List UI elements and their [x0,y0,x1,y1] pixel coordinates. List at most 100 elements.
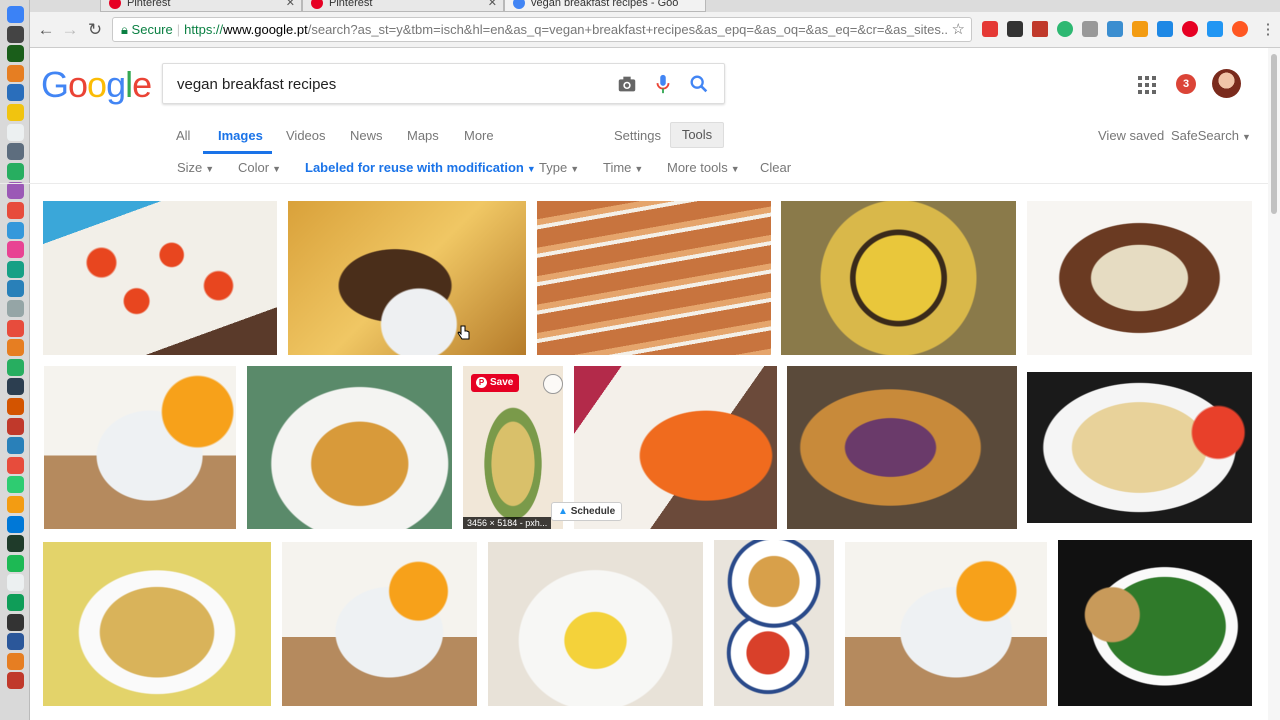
image-result[interactable] [787,366,1017,529]
bookmark-star-icon[interactable]: ☆ [947,18,965,41]
dock-app-icon[interactable] [7,378,24,396]
close-tab-icon[interactable]: ✕ [286,0,295,9]
tab-more[interactable]: More [464,128,494,143]
tab-all[interactable]: All [176,128,190,143]
menu-icon[interactable]: ⋮ [1258,20,1278,38]
view-saved-link[interactable]: View saved [1098,128,1164,143]
tab-maps[interactable]: Maps [407,128,439,143]
extension-icon[interactable] [1157,21,1173,37]
image-result[interactable] [43,542,271,706]
filter-more-tools[interactable]: More tools ▼ [667,160,740,175]
close-tab-icon[interactable]: ✕ [488,0,497,9]
tools-button[interactable]: Tools [670,122,724,148]
buffer-schedule-button[interactable]: ▲ Schedule [551,502,623,521]
image-result[interactable] [282,542,477,706]
visual-search-icon[interactable] [543,374,563,394]
back-button[interactable]: ← [36,20,56,40]
filter-color[interactable]: Color ▼ [238,160,281,175]
dock-app-icon[interactable] [7,398,24,415]
dock-app-icon[interactable] [7,84,24,102]
pinterest-save-button[interactable]: P Save [471,374,520,392]
dock-app-icon[interactable] [7,45,24,63]
dock-app-icon[interactable] [7,6,24,23]
camera-icon[interactable] [616,73,638,95]
search-input[interactable] [177,73,597,95]
shield-icon[interactable] [1082,21,1098,37]
image-result[interactable] [781,201,1016,355]
dock-app-icon[interactable] [7,280,24,298]
clear-filters-link[interactable]: Clear [760,160,791,175]
search-icon[interactable] [688,73,710,95]
browser-tab[interactable]: Pinterest ✕ [302,0,504,12]
dock-app-icon[interactable] [7,64,24,82]
dock-app-icon[interactable] [7,417,24,435]
apps-grid-icon[interactable] [1138,76,1156,94]
dock-app-icon[interactable] [7,672,24,690]
dock-app-icon[interactable] [7,241,24,259]
buffer-icon[interactable] [1207,21,1223,37]
dock-app-icon[interactable] [7,496,24,513]
extension-icon[interactable] [1132,21,1148,37]
dock-app-icon[interactable] [7,574,24,592]
browser-tab[interactable]: Pinterest ✕ [100,0,302,12]
google-logo[interactable]: Google [41,64,152,106]
dock-app-icon[interactable] [7,260,24,278]
dock-app-icon[interactable] [7,25,24,43]
image-result[interactable] [288,201,526,355]
dock-app-icon[interactable] [7,202,24,219]
reload-button[interactable]: ↻ [85,20,105,40]
image-result[interactable] [1027,372,1252,523]
dock-app-icon[interactable] [7,221,24,239]
extension-icon[interactable] [1007,21,1023,37]
filter-type[interactable]: Type ▼ [539,160,579,175]
tab-news[interactable]: News [350,128,383,143]
scrollbar-thumb[interactable] [1271,54,1277,214]
dock-app-icon[interactable] [7,652,24,670]
page-scrollbar[interactable] [1268,48,1280,720]
image-result[interactable] [247,366,452,529]
forward-button[interactable]: → [60,20,80,40]
image-result[interactable] [714,540,834,706]
dock-app-icon[interactable] [7,633,24,651]
image-result[interactable] [44,366,236,529]
extension-icon[interactable] [1032,21,1048,37]
extension-icon[interactable] [982,21,998,37]
address-bar[interactable]: 🔒︎ Secure | https://www.google.pt/search?a… [112,17,972,42]
search-box[interactable] [162,63,725,104]
image-result[interactable] [1058,540,1252,706]
grammarly-icon[interactable] [1057,21,1073,37]
dock-app-icon[interactable] [7,104,24,121]
dock-app-icon[interactable] [7,182,24,200]
dock-app-icon[interactable] [7,319,24,337]
extension-icon[interactable] [1107,21,1123,37]
tab-images[interactable]: Images [218,128,263,143]
notification-badge[interactable]: 3 [1176,74,1196,94]
filter-usage-rights[interactable]: Labeled for reuse with modification ▼ [305,160,536,175]
extension-icon[interactable] [1232,21,1248,37]
dock-app-icon[interactable] [7,554,24,572]
filter-time[interactable]: Time ▼ [603,160,643,175]
dock-app-icon[interactable] [7,437,24,455]
settings-link[interactable]: Settings [614,128,661,143]
dock-app-icon[interactable] [7,594,24,611]
image-result[interactable] [43,201,277,355]
dock-app-icon[interactable] [7,515,24,533]
microphone-icon[interactable] [652,73,674,95]
tab-videos[interactable]: Videos [286,128,326,143]
image-result[interactable] [1027,201,1252,355]
filter-size[interactable]: Size ▼ [177,160,214,175]
avatar[interactable] [1212,69,1241,98]
dock-app-icon[interactable] [7,339,24,357]
dock-app-icon[interactable] [7,456,24,474]
dock-app-icon[interactable] [7,300,24,317]
browser-tab-active[interactable]: vegan breakfast recipes - Goo [504,0,706,12]
image-result[interactable] [845,542,1047,706]
image-result[interactable] [488,542,703,706]
dock-app-icon[interactable] [7,535,24,553]
dock-app-icon[interactable] [7,613,24,631]
safesearch-dropdown[interactable]: SafeSearch ▼ [1171,128,1251,143]
image-result[interactable] [537,201,771,355]
dock-app-icon[interactable] [7,123,24,141]
dock-app-icon[interactable] [7,476,24,494]
pinterest-icon[interactable] [1182,21,1198,37]
